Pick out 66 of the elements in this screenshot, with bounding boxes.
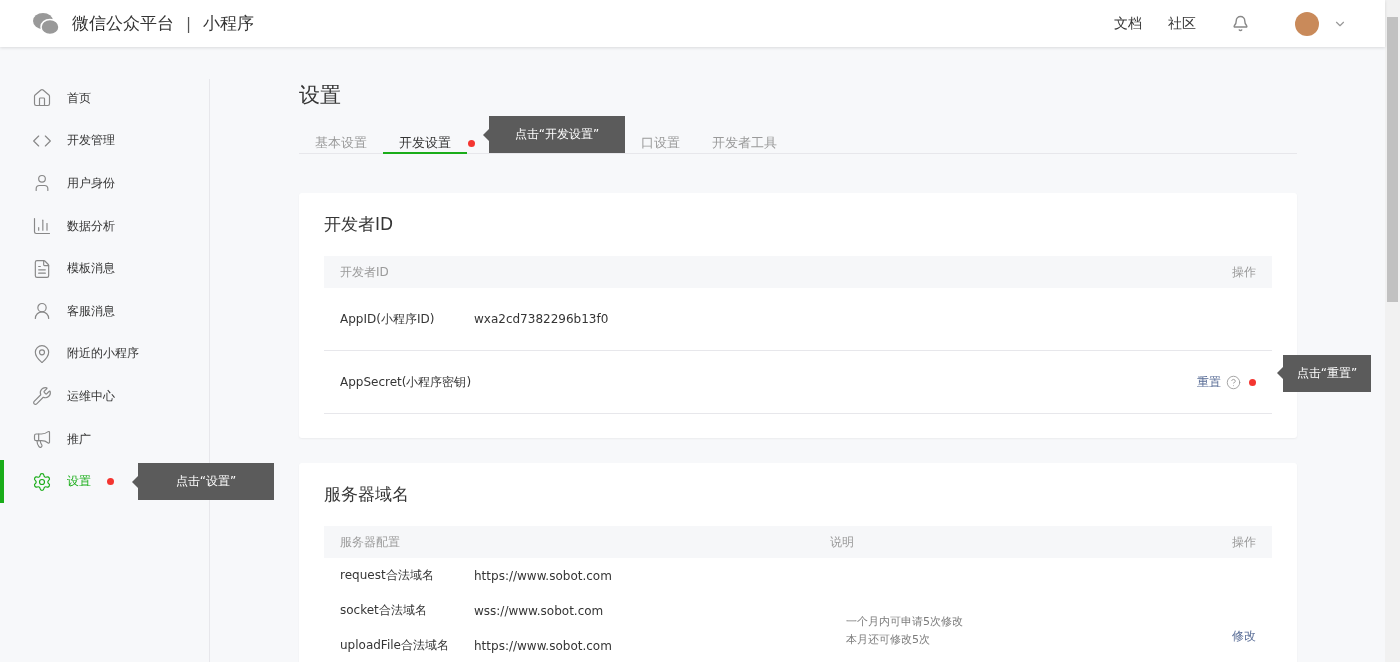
header-link[interactable]: 社区 xyxy=(1168,14,1196,33)
field-value: https://www.sobot.com xyxy=(474,568,612,583)
menu-icon xyxy=(32,216,52,237)
menu-label: 推广 xyxy=(67,430,91,448)
field-label: request合法域名 xyxy=(340,567,435,584)
column-header: 服务器配置 xyxy=(340,533,401,551)
menu-icon xyxy=(32,301,52,322)
scrollbar-thumb[interactable] xyxy=(1387,17,1398,302)
menu-label: 模板消息 xyxy=(67,260,115,278)
notification-icon[interactable] xyxy=(1232,15,1249,32)
sidebar-item[interactable]: 首页 xyxy=(0,77,210,120)
sidebar-item[interactable]: 数据分析 xyxy=(0,204,210,248)
hint-tooltip: 点击“设置” xyxy=(132,463,274,501)
menu-label: 附近的小程序 xyxy=(67,345,139,363)
chat-bubbles-icon xyxy=(32,11,60,36)
help-icon[interactable] xyxy=(1226,374,1241,390)
field-label: socket合法域名 xyxy=(340,602,428,619)
avatar[interactable] xyxy=(1295,11,1319,36)
header-link[interactable]: 文档 xyxy=(1114,14,1142,33)
hint-dot xyxy=(468,140,475,147)
platform-name: 微信公众平台 xyxy=(72,12,174,35)
column-header: 开发者ID xyxy=(340,263,390,281)
title-separator: | xyxy=(186,14,192,33)
menu-label: 开发管理 xyxy=(67,132,115,150)
field-value: https://www.sobot.com xyxy=(474,638,612,653)
menu-label: 客服消息 xyxy=(67,302,115,320)
menu-label: 设置 xyxy=(67,473,91,491)
menu-icon xyxy=(32,88,52,109)
menu-label: 运维中心 xyxy=(67,387,115,405)
note-text: 一个月内可申请5次修改 xyxy=(846,614,963,630)
sidebar-item[interactable]: 附近的小程序 xyxy=(0,332,210,376)
product-name: 小程序 xyxy=(203,12,255,35)
page-title: 设置 xyxy=(299,82,342,109)
column-header: 操作 xyxy=(1232,263,1256,281)
field-label: AppID(小程序ID) xyxy=(340,310,436,328)
tab[interactable]: 开发设置 xyxy=(383,134,467,154)
hint-dot xyxy=(107,478,114,486)
sidebar-item[interactable]: 客服消息 xyxy=(0,289,210,333)
menu-icon xyxy=(32,258,52,279)
section-title: 开发者ID xyxy=(324,213,395,236)
column-header: 说明 xyxy=(830,533,855,551)
hint-dot xyxy=(1249,378,1256,386)
hint-tooltip: 点击“重置” xyxy=(1277,354,1371,392)
sidebar-item[interactable]: 开发管理 xyxy=(0,119,210,163)
menu-icon xyxy=(32,386,52,407)
menu-icon xyxy=(32,343,52,364)
menu-label: 数据分析 xyxy=(67,217,115,235)
field-label: uploadFile合法域名 xyxy=(340,637,450,654)
field-label: AppSecret(小程序密钥) xyxy=(340,373,473,391)
menu-icon xyxy=(32,429,52,450)
reset-link[interactable]: 重置 xyxy=(1197,373,1221,391)
column-header: 操作 xyxy=(1232,533,1256,551)
hint-tooltip: 点击“开发设置” xyxy=(483,116,625,153)
sidebar-item[interactable]: 用户身份 xyxy=(0,162,210,205)
scrollbar[interactable] xyxy=(1385,0,1400,662)
section-title: 服务器域名 xyxy=(324,483,410,506)
sidebar-item[interactable]: 运维中心 xyxy=(0,375,210,418)
field-value: wss://www.sobot.com xyxy=(474,603,604,618)
menu-icon xyxy=(32,471,52,492)
sidebar-item[interactable]: 推广 xyxy=(0,417,210,461)
menu-label: 首页 xyxy=(67,89,91,107)
edit-link[interactable]: 修改 xyxy=(1232,629,1256,643)
menu-label: 用户身份 xyxy=(67,175,115,192)
sidebar-item[interactable]: 模板消息 xyxy=(0,247,210,290)
field-value: wxa2cd7382296b13f0 xyxy=(474,312,609,326)
note-text: 本月还可修改5次 xyxy=(846,632,931,648)
